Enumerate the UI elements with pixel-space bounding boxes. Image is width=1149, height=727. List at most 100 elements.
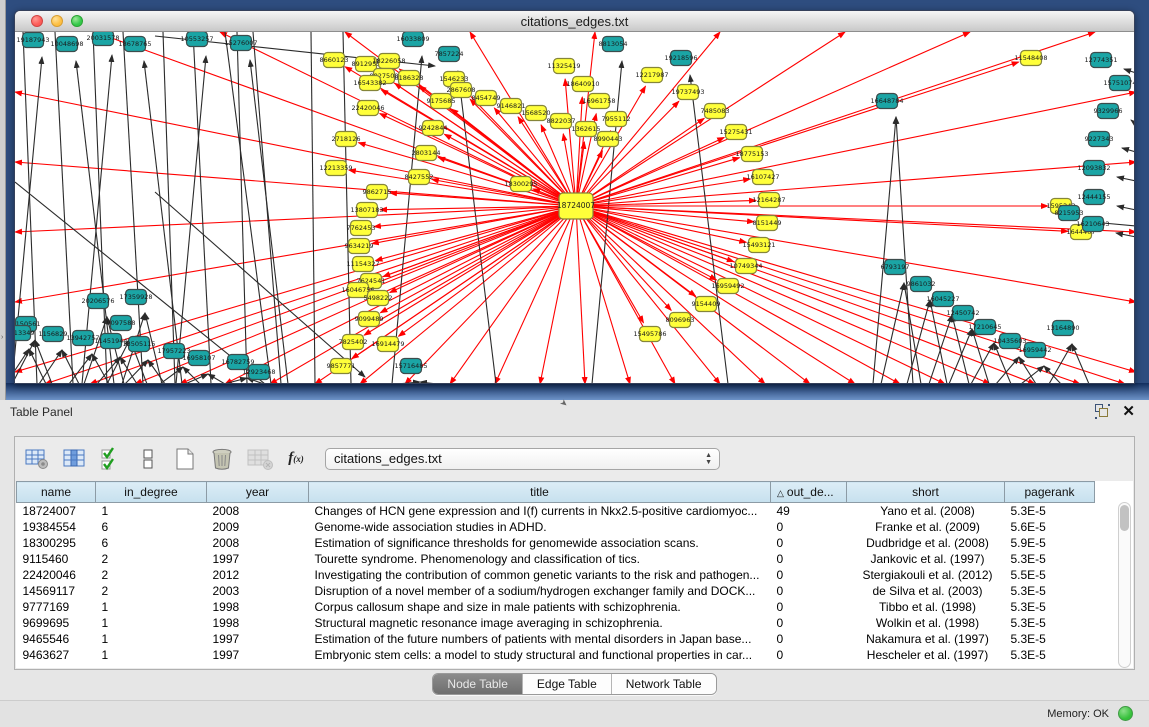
- table-cell[interactable]: 9777169: [17, 599, 96, 615]
- table-cell[interactable]: 5.6E-5: [1005, 519, 1095, 535]
- table-cell[interactable]: 19384554: [17, 519, 96, 535]
- table-cell[interactable]: 5.3E-5: [1005, 551, 1095, 567]
- table-cell[interactable]: 1: [96, 599, 207, 615]
- select-columns-icon[interactable]: [97, 445, 125, 473]
- table-cell[interactable]: 5.3E-5: [1005, 583, 1095, 599]
- table-cell[interactable]: 1998: [207, 615, 309, 631]
- table-cell[interactable]: 2003: [207, 583, 309, 599]
- column-header-title[interactable]: title: [309, 482, 771, 503]
- table-cell[interactable]: Dudbridge et al. (2008): [847, 535, 1005, 551]
- table-cell[interactable]: 0: [771, 519, 847, 535]
- table-cell[interactable]: Genome-wide association studies in ADHD.: [309, 519, 771, 535]
- table-cell[interactable]: 5.3E-5: [1005, 615, 1095, 631]
- table-cell[interactable]: 1: [96, 647, 207, 663]
- minimize-window-button[interactable]: [51, 15, 63, 27]
- table-cell[interactable]: 9115460: [17, 551, 96, 567]
- close-panel-icon[interactable]: ✕: [1122, 404, 1135, 419]
- table-cell[interactable]: 5.3E-5: [1005, 631, 1095, 647]
- table-cell[interactable]: Franke et al. (2009): [847, 519, 1005, 535]
- table-cell[interactable]: Jankovic et al. (1997): [847, 551, 1005, 567]
- table-row[interactable]: 1938455462009Genome-wide association stu…: [17, 519, 1095, 535]
- table-select-dropdown[interactable]: citations_edges.txt ▲▼: [325, 448, 720, 470]
- zoom-window-button[interactable]: [71, 15, 83, 27]
- tab-network-table[interactable]: Network Table: [612, 674, 716, 694]
- table-row[interactable]: 946554611997Estimation of the future num…: [17, 631, 1095, 647]
- table-cell[interactable]: 5.5E-5: [1005, 567, 1095, 583]
- table-cell[interactable]: Tibbo et al. (1998): [847, 599, 1005, 615]
- table-row[interactable]: 1456911722003Disruption of a novel membe…: [17, 583, 1095, 599]
- table-scrollbar[interactable]: [1118, 502, 1131, 668]
- table-cell[interactable]: Hescheler et al. (1997): [847, 647, 1005, 663]
- table-cell[interactable]: 5.3E-5: [1005, 647, 1095, 663]
- new-column-icon[interactable]: [171, 445, 199, 473]
- table-cell[interactable]: Changes of HCN gene expression and I(f) …: [309, 503, 771, 519]
- table-cell[interactable]: 0: [771, 567, 847, 583]
- table-row[interactable]: 1872400712008Changes of HCN gene express…: [17, 503, 1095, 519]
- delete-column-icon[interactable]: [208, 445, 236, 473]
- table-cell[interactable]: Nakamura et al. (1997): [847, 631, 1005, 647]
- table-cell[interactable]: 2: [96, 567, 207, 583]
- table-cell[interactable]: Wolkin et al. (1998): [847, 615, 1005, 631]
- table-cell[interactable]: 0: [771, 583, 847, 599]
- table-cell[interactable]: 0: [771, 551, 847, 567]
- table-mode-icon[interactable]: [23, 445, 51, 473]
- table-cell[interactable]: Corpus callosum shape and size in male p…: [309, 599, 771, 615]
- network-view-window[interactable]: citations_edges.txt 86601238912955182260…: [14, 10, 1135, 384]
- table-cell[interactable]: Tourette syndrome. Phenomenology and cla…: [309, 551, 771, 567]
- network-graph[interactable]: 8660123891295518226058982750816543382818…: [15, 32, 1135, 384]
- table-cell[interactable]: 2: [96, 551, 207, 567]
- table-cell[interactable]: 2009: [207, 519, 309, 535]
- table-cell[interactable]: 1997: [207, 631, 309, 647]
- node-table[interactable]: namein_degreeyeartitle△out_de...shortpag…: [16, 481, 1133, 668]
- column-header-short[interactable]: short: [847, 482, 1005, 503]
- table-cell[interactable]: 9463627: [17, 647, 96, 663]
- table-cell[interactable]: 1: [96, 631, 207, 647]
- table-cell[interactable]: 1997: [207, 551, 309, 567]
- tab-node-table[interactable]: Node Table: [433, 674, 523, 694]
- table-row[interactable]: 969969511998Structural magnetic resonanc…: [17, 615, 1095, 631]
- table-scrollbar-thumb[interactable]: [1120, 505, 1129, 531]
- table-cell[interactable]: 2008: [207, 535, 309, 551]
- table-cell[interactable]: de Silva et al. (2003): [847, 583, 1005, 599]
- function-builder-icon[interactable]: f(x): [282, 445, 310, 473]
- table-row[interactable]: 946362711997Embryonic stem cells: a mode…: [17, 647, 1095, 663]
- table-cell[interactable]: 9465546: [17, 631, 96, 647]
- table-cell[interactable]: 22420046: [17, 567, 96, 583]
- table-cell[interactable]: Investigating the contribution of common…: [309, 567, 771, 583]
- table-cell[interactable]: 18724007: [17, 503, 96, 519]
- table-cell[interactable]: 14569117: [17, 583, 96, 599]
- table-cell[interactable]: Disruption of a novel member of a sodium…: [309, 583, 771, 599]
- table-cell[interactable]: 6: [96, 519, 207, 535]
- table-cell[interactable]: 5.9E-5: [1005, 535, 1095, 551]
- table-cell[interactable]: Yano et al. (2008): [847, 503, 1005, 519]
- table-cell[interactable]: 1997: [207, 647, 309, 663]
- network-canvas[interactable]: 8660123891295518226058982750816543382818…: [15, 32, 1135, 384]
- tab-edge-table[interactable]: Edge Table: [523, 674, 612, 694]
- table-cell[interactable]: 1998: [207, 599, 309, 615]
- row-height-icon[interactable]: [134, 445, 162, 473]
- close-window-button[interactable]: [31, 15, 43, 27]
- table-cell[interactable]: 0: [771, 599, 847, 615]
- column-header-out_de[interactable]: △out_de...: [771, 482, 847, 503]
- table-row[interactable]: 2242004622012Investigating the contribut…: [17, 567, 1095, 583]
- table-cell[interactable]: 9699695: [17, 615, 96, 631]
- table-cell[interactable]: 2008: [207, 503, 309, 519]
- left-panel-divider[interactable]: ›: [0, 0, 6, 400]
- table-cell[interactable]: 0: [771, 615, 847, 631]
- table-cell[interactable]: 0: [771, 631, 847, 647]
- table-cell[interactable]: Embryonic stem cells: a model to study s…: [309, 647, 771, 663]
- table-cell[interactable]: 1: [96, 615, 207, 631]
- table-cell[interactable]: 1: [96, 503, 207, 519]
- column-visibility-icon[interactable]: [60, 445, 88, 473]
- column-header-in_degree[interactable]: in_degree: [96, 482, 207, 503]
- table-cell[interactable]: Stergiakouli et al. (2012): [847, 567, 1005, 583]
- table-cell[interactable]: Estimation of the future numbers of pati…: [309, 631, 771, 647]
- column-header-year[interactable]: year: [207, 482, 309, 503]
- table-cell[interactable]: Structural magnetic resonance image aver…: [309, 615, 771, 631]
- table-cell[interactable]: 5.3E-5: [1005, 503, 1095, 519]
- window-titlebar[interactable]: citations_edges.txt: [15, 11, 1134, 32]
- table-row[interactable]: 911546021997Tourette syndrome. Phenomeno…: [17, 551, 1095, 567]
- table-row[interactable]: 977716911998Corpus callosum shape and si…: [17, 599, 1095, 615]
- table-cell[interactable]: Estimation of significance thresholds fo…: [309, 535, 771, 551]
- table-cell[interactable]: 5.3E-5: [1005, 599, 1095, 615]
